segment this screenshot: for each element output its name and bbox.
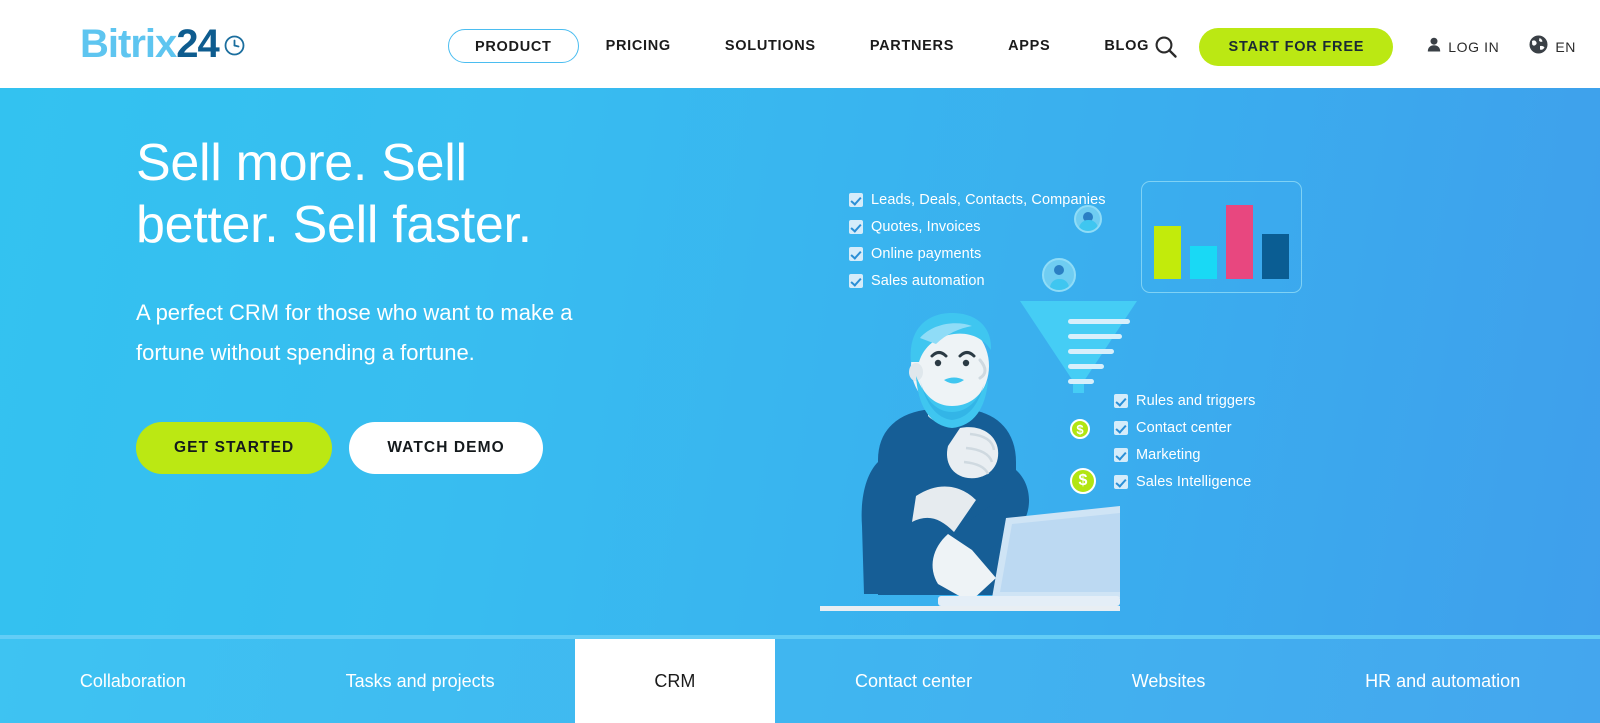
crm-illustration: Leads, Deals, Contacts, Companies Quotes… bbox=[820, 88, 1360, 635]
login-label: LOG IN bbox=[1448, 39, 1500, 55]
feature-item: Sales automation bbox=[849, 273, 1106, 289]
hero-cta-group: GET STARTED WATCH DEMO bbox=[136, 422, 776, 474]
check-icon bbox=[849, 193, 863, 207]
language-selector[interactable]: EN bbox=[1529, 35, 1576, 59]
logo-text-bitrix: Bitrix bbox=[80, 22, 177, 66]
watch-demo-button[interactable]: WATCH DEMO bbox=[349, 422, 543, 474]
product-tabbar: Collaboration Tasks and projects CRM Con… bbox=[0, 639, 1600, 723]
get-started-button[interactable]: GET STARTED bbox=[136, 422, 333, 474]
feature-item: Leads, Deals, Contacts, Companies bbox=[849, 192, 1106, 208]
start-for-free-button[interactable]: START FOR FREE bbox=[1199, 28, 1394, 66]
check-icon bbox=[1114, 448, 1128, 462]
tab-collaboration[interactable]: Collaboration bbox=[0, 639, 266, 723]
user-icon bbox=[1427, 37, 1441, 57]
login-link[interactable]: LOG IN bbox=[1427, 37, 1499, 57]
hero-section: Sell more. Sell better. Sell faster. A p… bbox=[0, 88, 1600, 635]
dollar-coin-icon: $ bbox=[1070, 419, 1090, 439]
hero-copy: Sell more. Sell better. Sell faster. A p… bbox=[136, 132, 776, 474]
bar-2 bbox=[1190, 246, 1217, 279]
feature-label: Marketing bbox=[1136, 447, 1201, 463]
search-icon[interactable] bbox=[1149, 30, 1183, 64]
nav-item-apps[interactable]: APPS bbox=[981, 29, 1077, 63]
logo-text-24: 24 bbox=[176, 22, 219, 66]
bar-4 bbox=[1262, 234, 1289, 279]
feature-item: Marketing bbox=[1114, 447, 1255, 463]
feature-item: Contact center bbox=[1114, 420, 1255, 436]
feature-label: Rules and triggers bbox=[1136, 393, 1256, 409]
check-icon bbox=[1114, 394, 1128, 408]
dollar-coin-icon: $ bbox=[1070, 468, 1096, 494]
sales-funnel-icon bbox=[1016, 301, 1141, 393]
check-icon bbox=[849, 220, 863, 234]
bar-1 bbox=[1154, 225, 1181, 279]
tab-tasks-and-projects[interactable]: Tasks and projects bbox=[266, 639, 575, 723]
tab-crm[interactable]: CRM bbox=[574, 639, 776, 723]
feature-label: Sales Intelligence bbox=[1136, 474, 1252, 490]
feature-list-top: Leads, Deals, Contacts, Companies Quotes… bbox=[849, 192, 1106, 300]
feature-item: Online payments bbox=[849, 246, 1106, 262]
globe-icon bbox=[1529, 35, 1548, 59]
feature-label: Online payments bbox=[871, 246, 982, 262]
nav-item-pricing[interactable]: PRICING bbox=[579, 29, 698, 63]
feature-label: Quotes, Invoices bbox=[871, 219, 981, 235]
feature-item: Rules and triggers bbox=[1114, 393, 1255, 409]
feature-item: Quotes, Invoices bbox=[849, 219, 1106, 235]
header-actions: START FOR FREE LOG IN EN bbox=[1149, 28, 1576, 66]
feature-item: Sales Intelligence bbox=[1114, 474, 1255, 490]
logo[interactable]: Bitrix 24 bbox=[80, 22, 245, 66]
bar-3 bbox=[1226, 205, 1253, 279]
feature-list-bottom: Rules and triggers Contact center Market… bbox=[1114, 393, 1255, 501]
nav-item-product[interactable]: PRODUCT bbox=[448, 29, 579, 63]
check-icon bbox=[849, 247, 863, 261]
feature-label: Leads, Deals, Contacts, Companies bbox=[871, 192, 1106, 208]
hero-subtitle: A perfect CRM for those who want to make… bbox=[136, 300, 573, 365]
bitrix24-crm-landing-page: Bitrix 24 PRODUCT PRICING SOLUTIONS PART… bbox=[0, 0, 1600, 723]
site-header: Bitrix 24 PRODUCT PRICING SOLUTIONS PART… bbox=[0, 0, 1600, 88]
check-icon bbox=[849, 274, 863, 288]
language-label: EN bbox=[1555, 39, 1576, 55]
nav-item-solutions[interactable]: SOLUTIONS bbox=[698, 29, 843, 63]
check-icon bbox=[1114, 421, 1128, 435]
bar-chart-bars bbox=[1142, 193, 1301, 279]
check-icon bbox=[1114, 475, 1128, 489]
feature-label: Sales automation bbox=[871, 273, 985, 289]
bar-chart-card bbox=[1141, 181, 1302, 293]
clock-icon bbox=[224, 35, 245, 56]
feature-label: Contact center bbox=[1136, 420, 1232, 436]
hero-title: Sell more. Sell better. Sell faster. bbox=[136, 134, 532, 254]
tab-hr-and-automation[interactable]: HR and automation bbox=[1285, 639, 1600, 723]
nav-item-partners[interactable]: PARTNERS bbox=[843, 29, 981, 63]
tab-contact-center[interactable]: Contact center bbox=[775, 639, 1052, 723]
tab-websites[interactable]: Websites bbox=[1052, 639, 1285, 723]
